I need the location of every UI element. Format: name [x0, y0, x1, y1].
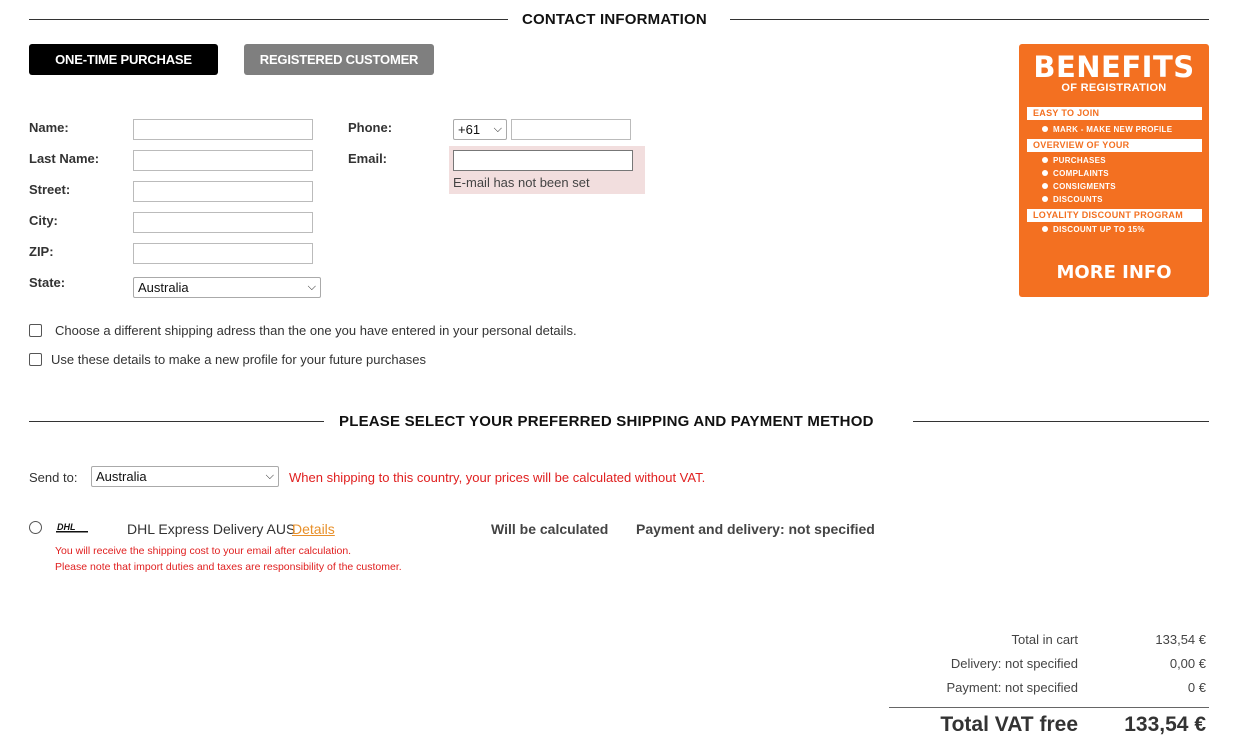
divider-line [913, 421, 1209, 422]
section-title: PLEASE SELECT YOUR PREFERRED SHIPPING AN… [339, 413, 874, 430]
state-label: State: [29, 275, 66, 290]
state-select[interactable]: Australia ⌵ [133, 277, 321, 298]
section-title: CONTACT INFORMATION [522, 11, 707, 28]
new-profile-label: Use these details to make a new profile … [51, 352, 427, 367]
total-label: Total VAT free [940, 713, 1078, 736]
more-info-link[interactable]: MORE INFO [1019, 262, 1209, 283]
zip-field[interactable] [133, 243, 313, 264]
shipping-method-name: DHL Express Delivery AUS [127, 521, 296, 537]
email-field[interactable] [453, 150, 633, 171]
different-shipping-checkbox[interactable] [29, 324, 42, 337]
shipping-details-link[interactable]: Details [292, 521, 335, 537]
send-to-value: Australia [96, 469, 147, 484]
payment-delivery-status: Payment and delivery: not specified [636, 521, 875, 537]
name-label: Name: [29, 120, 69, 135]
summary-divider [889, 707, 1209, 708]
different-shipping-label: Choose a different shipping adress than … [55, 323, 577, 338]
divider-line [730, 19, 1209, 20]
total-in-cart-value: 133,54 € [1155, 632, 1206, 647]
phone-prefix-select[interactable]: +61 ⌵ [453, 119, 507, 140]
email-error-message: E-mail has not been set [453, 175, 590, 190]
dhl-shipping-radio[interactable] [29, 521, 42, 534]
shipping-price-status: Will be calculated [491, 521, 609, 537]
vat-note: When shipping to this country, your pric… [289, 470, 706, 485]
payment-label: Payment: not specified [946, 680, 1078, 695]
street-field[interactable] [133, 181, 313, 202]
email-label: Email: [348, 151, 388, 166]
benefits-subtitle: OF REGISTRATION [1061, 82, 1167, 94]
total-in-cart-label: Total in cart [1011, 632, 1078, 647]
divider-line [29, 421, 324, 422]
chevron-down-icon: ⌵ [493, 123, 502, 135]
benefits-title: BENEFITS [1033, 50, 1195, 84]
city-field[interactable] [133, 212, 313, 233]
phone-prefix-value: +61 [458, 122, 481, 137]
chevron-down-icon: ⌵ [265, 470, 274, 482]
registered-customer-tab[interactable]: REGISTERED CUSTOMER [244, 44, 434, 75]
overview-bar: OVERVIEW OF YOUR [1027, 139, 1202, 152]
total-value: 133,54 € [1124, 713, 1206, 736]
name-field[interactable] [133, 119, 313, 140]
last-name-label: Last Name: [29, 151, 100, 166]
shipping-note: Please note that import duties and taxes… [55, 561, 402, 573]
shipping-note: You will receive the shipping cost to yo… [55, 545, 352, 557]
divider-line [29, 19, 508, 20]
city-label: City: [29, 213, 58, 228]
benefit-item: COMPLAINTS [1042, 169, 1109, 178]
benefit-item: DISCOUNTS [1042, 195, 1103, 204]
benefits-banner[interactable]: BENEFITS OF REGISTRATION EASY TO JOIN MA… [1019, 44, 1209, 297]
send-to-label: Send to: [29, 470, 78, 485]
zip-label: ZIP: [29, 244, 54, 259]
phone-label: Phone: [348, 120, 393, 135]
benefit-item: MARK - MAKE NEW PROFILE [1042, 125, 1172, 134]
last-name-field[interactable] [133, 150, 313, 171]
svg-text:DHL: DHL [57, 522, 76, 532]
chevron-down-icon: ⌵ [307, 281, 316, 293]
send-to-select[interactable]: Australia ⌵ [91, 466, 279, 487]
contact-section-header: CONTACT INFORMATION [29, 10, 1209, 30]
payment-value: 0 € [1187, 680, 1206, 695]
shipping-section-header: PLEASE SELECT YOUR PREFERRED SHIPPING AN… [29, 412, 1209, 432]
easy-to-join-bar: EASY TO JOIN [1027, 107, 1202, 120]
benefit-item: PURCHASES [1042, 156, 1106, 165]
benefit-item: DISCOUNT UP TO 15% [1042, 225, 1145, 234]
loyality-bar: LOYALITY DISCOUNT PROGRAM [1027, 209, 1202, 222]
street-label: Street: [29, 182, 71, 197]
phone-field[interactable] [511, 119, 631, 140]
delivery-label: Delivery: not specified [950, 656, 1078, 671]
new-profile-checkbox[interactable] [29, 353, 42, 366]
one-time-purchase-tab[interactable]: ONE-TIME PURCHASE [29, 44, 218, 75]
dhl-logo-icon: DHL [56, 522, 88, 533]
benefit-item: CONSIGMENTS [1042, 182, 1116, 191]
state-select-value: Australia [138, 280, 189, 295]
delivery-value: 0,00 € [1169, 656, 1206, 671]
